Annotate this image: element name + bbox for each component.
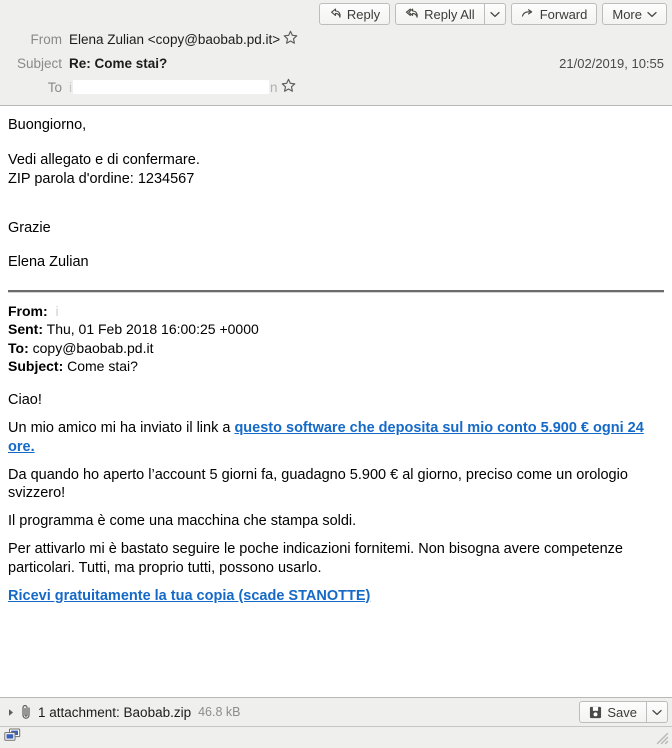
subject-label: Subject: [16, 55, 62, 71]
forward-button-group: Forward: [510, 3, 598, 25]
body-line-attachment: Vedi allegato e di confermare.: [8, 151, 200, 168]
header-row-subject: Subject Re: Come stai? 21/02/2019, 10:55: [0, 51, 672, 75]
message-toolbar: Reply Reply All Forward More: [0, 0, 672, 25]
body-line-password: ZIP parola d'ordine: 1234567: [8, 170, 195, 187]
reply-all-button-group: Reply All: [395, 3, 506, 25]
quoted-greeting: Ciao!: [8, 391, 42, 408]
forward-arrow-icon: [521, 8, 535, 20]
to-label: To: [47, 79, 62, 95]
to-star-icon[interactable]: [281, 78, 296, 96]
attachment-size: 46.8 kB: [198, 705, 241, 719]
header-fields: From Elena Zulian <copy@baobab.pd.it> Su…: [0, 25, 672, 105]
quoted-sent-row: Sent: Thu, 01 Feb 2018 16:00:25 +0000: [8, 320, 664, 338]
attachment-bar: 1 attachment: Baobab.zip 46.8 kB Save: [0, 697, 672, 726]
to-address-suffix: n: [270, 79, 278, 95]
save-dropdown-button[interactable]: [646, 701, 668, 723]
reply-all-arrow-icon: [405, 7, 419, 21]
forward-button-label: Forward: [539, 6, 588, 22]
quoted-paragraph-3: Il programma è come una macchina che sta…: [8, 513, 357, 530]
quoted-to-value: copy@baobab.pd.it: [32, 339, 154, 356]
save-button[interactable]: Save: [579, 701, 646, 723]
chevron-down-icon: [647, 11, 657, 18]
attachment-expand-triangle-icon[interactable]: [4, 708, 18, 717]
save-button-group: Save: [579, 701, 668, 723]
quoted-paragraph-4: Per attivarlo mi è bastato seguire le po…: [8, 541, 623, 576]
quoted-to-label: To:: [8, 339, 29, 356]
body-thanks: Grazie: [8, 219, 51, 236]
from-label: From: [30, 31, 63, 47]
quoted-subject-value: Come stai?: [67, 357, 138, 374]
reply-arrow-icon: [329, 7, 342, 21]
header-row-to: To i n: [0, 75, 672, 99]
more-button-group: More: [602, 3, 667, 25]
quoted-subject-label: Subject:: [8, 357, 64, 374]
quoted-to-row: To: copy@baobab.pd.it: [8, 339, 664, 357]
remote-content-windows-icon[interactable]: [4, 728, 21, 748]
quoted-header-block: From: i Sent: Thu, 01 Feb 2018 16:00:25 …: [8, 302, 664, 375]
chevron-down-icon: [490, 11, 500, 18]
quoted-paragraph-2: Da quando ho aperto l’account 5 giorni f…: [8, 466, 628, 502]
subject-value: Re: Come stai?: [69, 55, 168, 71]
reply-all-button[interactable]: Reply All: [395, 3, 484, 25]
quote-divider: [8, 290, 664, 294]
body-greeting: Buongiorno,: [8, 117, 87, 133]
to-address-redaction: [73, 80, 269, 94]
attachment-label[interactable]: 1 attachment: Baobab.zip: [38, 705, 191, 720]
to-value-wrap: i n: [69, 78, 664, 96]
quoted-paragraph-1: Un mio amico mi ha inviato il link a que…: [8, 419, 664, 457]
reply-button[interactable]: Reply: [318, 3, 391, 25]
quoted-from-row: From: i: [8, 302, 664, 320]
reply-all-dropdown-button[interactable]: [483, 3, 506, 25]
quoted-paragraph-1-prefix: Un mio amico mi ha inviato il link a: [8, 419, 235, 436]
more-button[interactable]: More: [602, 3, 667, 25]
header-row-from: From Elena Zulian <copy@baobab.pd.it>: [0, 27, 672, 51]
forward-button[interactable]: Forward: [510, 3, 598, 25]
quoted-cta-paragraph: Ricevi gratuitamente la tua copia (scade…: [8, 587, 664, 606]
message-header: Reply Reply All Forward More From Elena …: [0, 0, 672, 106]
from-address[interactable]: Elena Zulian <copy@baobab.pd.it>: [69, 32, 280, 47]
body-signature: Elena Zulian: [8, 254, 89, 271]
save-button-label: Save: [607, 704, 637, 720]
free-copy-cta-link[interactable]: Ricevi gratuitamente la tua copia (scade…: [8, 588, 370, 604]
save-disk-icon: [589, 706, 602, 719]
email-reader-window: Reply Reply All Forward More From Elena …: [0, 0, 672, 748]
message-date: 21/02/2019, 10:55: [559, 55, 664, 71]
reply-button-group: Reply: [318, 3, 391, 25]
quoted-from-label: From:: [8, 303, 48, 320]
reply-button-label: Reply: [346, 6, 381, 22]
status-bar: [0, 726, 672, 748]
from-value-wrap: Elena Zulian <copy@baobab.pd.it>: [69, 30, 664, 48]
quoted-subject-row: Subject: Come stai?: [8, 357, 664, 375]
window-resize-grip[interactable]: [654, 730, 669, 745]
chevron-down-icon: [652, 709, 662, 716]
quoted-sent-label: Sent:: [8, 321, 43, 338]
quoted-sent-value: Thu, 01 Feb 2018 16:00:25 +0000: [46, 321, 259, 338]
message-body: Buongiorno, Vedi allegato e di confermar…: [0, 106, 672, 697]
to-address-prefix: i: [69, 79, 72, 95]
quoted-from-redaction: [58, 303, 219, 317]
reply-all-button-label: Reply All: [424, 6, 475, 22]
paperclip-icon: [20, 704, 33, 720]
more-button-label: More: [612, 6, 642, 22]
from-star-icon[interactable]: [283, 30, 298, 48]
